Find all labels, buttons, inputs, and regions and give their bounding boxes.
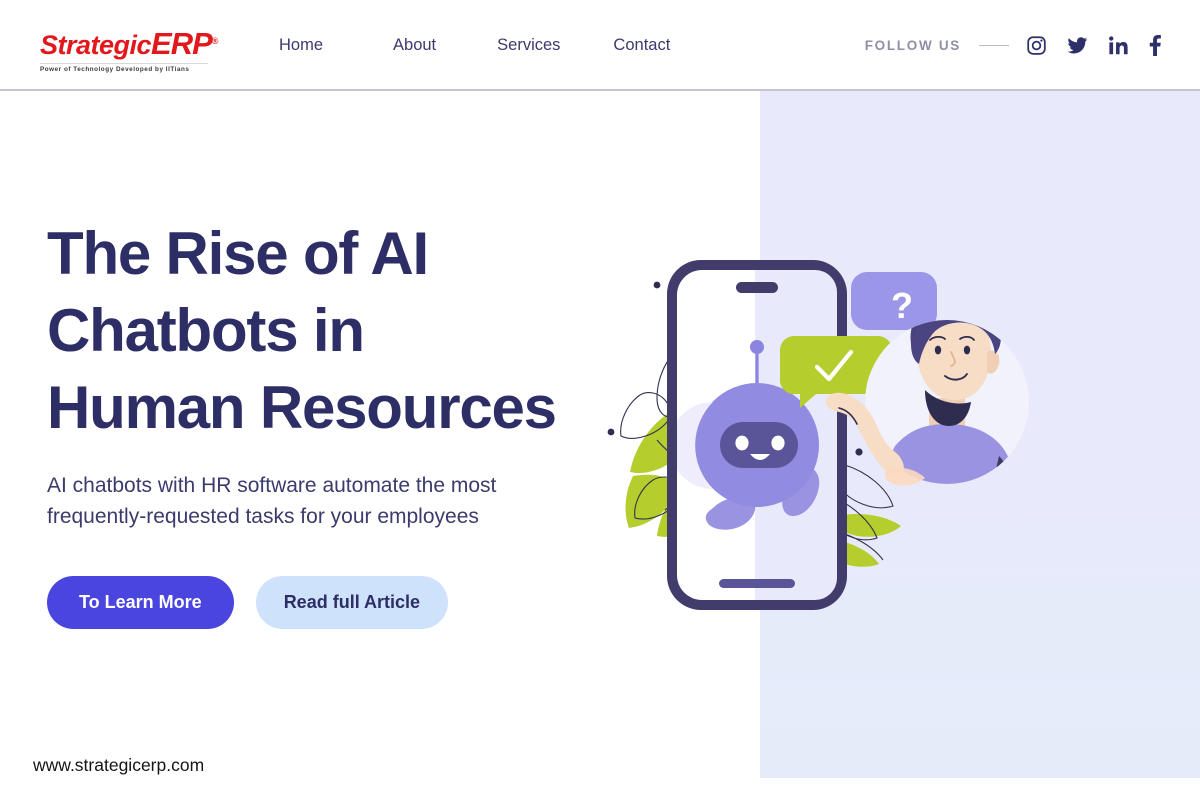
website-url: www.strategicerp.com xyxy=(33,755,205,775)
nav-item-home[interactable]: Home xyxy=(279,30,323,61)
registered-trademark-icon: ® xyxy=(211,36,219,46)
divider-dash xyxy=(979,44,1009,47)
hero-subtitle: AI chatbots with HR software automate th… xyxy=(47,470,567,532)
logo-tagline: Power of Technology Developed by IITians xyxy=(40,63,208,73)
landing-page: StrategicERP® Power of Technology Develo… xyxy=(0,0,1200,800)
twitter-icon[interactable] xyxy=(1066,35,1089,56)
person-illustration xyxy=(825,320,1029,486)
social-links: FOLLOW US xyxy=(865,0,1162,91)
logo-text-strategic: Strategic xyxy=(40,30,152,60)
hero-subtitle-line-2: frequently-requested tasks for your empl… xyxy=(47,505,479,528)
nav-item-about[interactable]: About xyxy=(393,30,436,61)
phone-notch xyxy=(736,282,778,293)
hero-title-line-2: Chatbots in xyxy=(47,297,365,364)
site-header: StrategicERP® Power of Technology Develo… xyxy=(0,0,1200,91)
facebook-icon[interactable] xyxy=(1148,35,1162,56)
follow-us-label: FOLLOW US xyxy=(864,38,961,53)
page-title: The Rise of AI Chatbots in Human Resourc… xyxy=(47,215,647,446)
hero-title-line-3: Human Resources xyxy=(47,374,557,441)
linkedin-icon[interactable] xyxy=(1108,35,1129,56)
nav-item-contact[interactable]: Contact xyxy=(613,30,670,61)
logo-text-erp: ERP xyxy=(151,26,213,61)
instagram-icon[interactable] xyxy=(1026,35,1047,56)
brand-logo[interactable]: StrategicERP® Power of Technology Develo… xyxy=(40,28,220,73)
phone-home-indicator xyxy=(719,579,795,588)
hero-illustration: ? xyxy=(595,240,1095,640)
read-full-article-button[interactable]: Read full Article xyxy=(255,576,449,629)
hero-cta-group: To Learn More Read full Article xyxy=(47,576,449,629)
nav-item-services[interactable]: Services xyxy=(497,30,560,61)
smartphone-graphic xyxy=(667,260,847,610)
hero-subtitle-line-1: AI chatbots with HR software automate th… xyxy=(47,474,497,497)
main-navigation: Home About Services Contact xyxy=(279,0,670,91)
hero-title-line-1: The Rise of AI xyxy=(47,220,429,287)
logo-wordmark: StrategicERP® xyxy=(40,28,220,59)
question-mark-glyph: ? xyxy=(891,285,913,326)
to-learn-more-button[interactable]: To Learn More xyxy=(47,576,234,629)
